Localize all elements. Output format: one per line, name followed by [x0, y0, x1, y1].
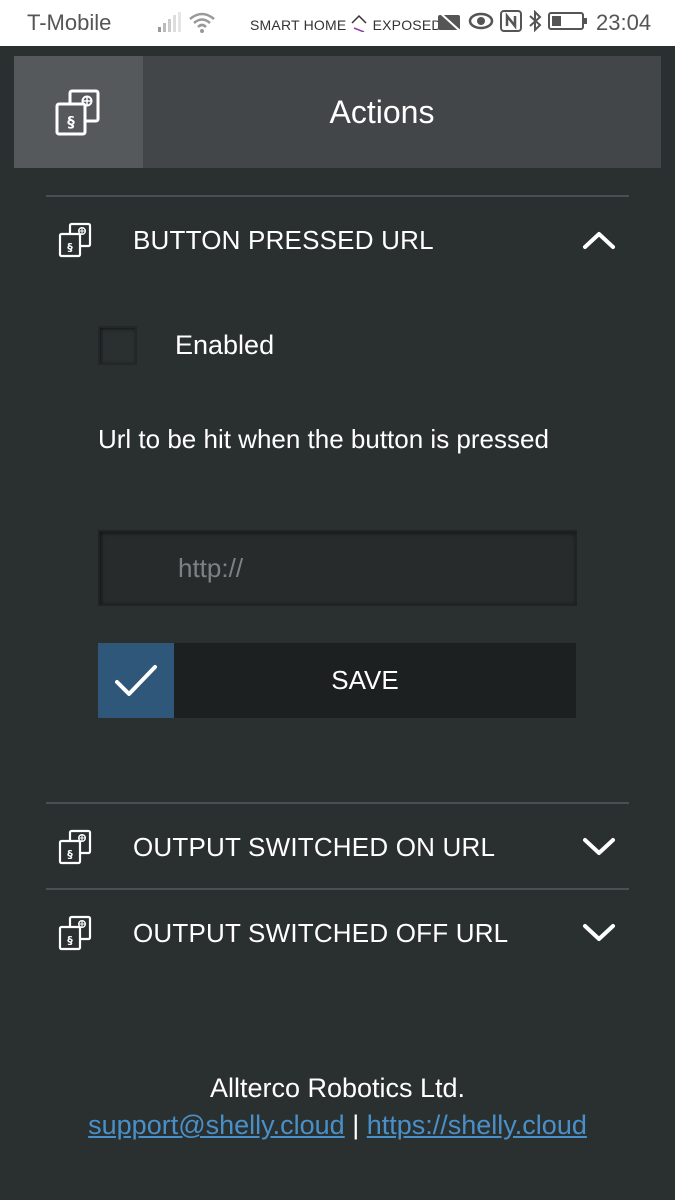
- bluetooth-icon: [529, 10, 542, 32]
- svg-text:§: §: [67, 848, 73, 861]
- eye-icon: [468, 12, 494, 30]
- company-name: Allterco Robotics Ltd.: [209, 1073, 466, 1103]
- chevron-up-icon: [583, 232, 615, 249]
- status-icons: [436, 10, 588, 32]
- page-header: § Actions: [14, 56, 661, 168]
- section-title: OUTPUT SWITCHED OFF URL: [133, 917, 509, 948]
- section-title: OUTPUT SWITCHED ON URL: [133, 831, 496, 862]
- carrier-label: T-Mobile: [27, 10, 112, 35]
- brand-watermark: SMART HOME EXPOSED: [250, 14, 442, 33]
- shelly-device-icon: §: [58, 222, 92, 258]
- camera-off-icon: [437, 10, 461, 32]
- shelly-device-icon: §: [58, 829, 92, 865]
- section-output-switched-on-url[interactable]: § OUTPUT SWITCHED ON URL: [46, 804, 629, 890]
- svg-text:§: §: [67, 241, 73, 254]
- svg-text:§: §: [67, 934, 73, 947]
- svg-text:§: §: [67, 113, 75, 131]
- link-separator: |: [352, 1110, 360, 1140]
- shelly-device-icon: §: [55, 89, 99, 136]
- chevron-down-icon: [583, 924, 615, 941]
- battery-icon: [548, 12, 587, 30]
- website-link[interactable]: https://shelly.cloud: [367, 1110, 587, 1140]
- page-title: Actions: [329, 93, 435, 130]
- header-device-button[interactable]: §: [14, 56, 143, 168]
- support-email-link[interactable]: support@shelly.cloud: [88, 1110, 345, 1140]
- footer: Allterco Robotics Ltd. support@shelly.cl…: [0, 1070, 675, 1144]
- status-bar: T-Mobile SMART HOME EXPOSED 23:04: [0, 0, 675, 46]
- house-icon: [351, 14, 368, 33]
- brand-right-text: EXPOSED: [372, 17, 442, 33]
- url-description: Url to be hit when the button is pressed: [98, 424, 549, 454]
- section-title: BUTTON PRESSED URL: [133, 224, 434, 255]
- wifi-icon: [188, 11, 216, 38]
- save-check-area: [98, 643, 174, 718]
- checkmark-icon: [115, 664, 157, 696]
- clock: 23:04: [596, 10, 652, 35]
- section-button-pressed-url[interactable]: § BUTTON PRESSED URL: [46, 197, 629, 283]
- signal-icon: [158, 12, 182, 37]
- nfc-icon: [500, 10, 522, 32]
- shelly-device-icon: §: [58, 915, 92, 951]
- save-button[interactable]: SAVE: [98, 643, 576, 718]
- enabled-checkbox[interactable]: [98, 326, 137, 365]
- section-output-switched-off-url[interactable]: § OUTPUT SWITCHED OFF URL: [46, 890, 629, 976]
- brand-left-text: SMART HOME: [250, 17, 347, 33]
- url-input[interactable]: [98, 530, 577, 606]
- enabled-row: Enabled: [98, 326, 274, 365]
- save-label: SAVE: [331, 665, 399, 695]
- chevron-down-icon: [583, 838, 615, 855]
- enabled-label: Enabled: [175, 330, 275, 360]
- footer-links: support@shelly.cloud | https://shelly.cl…: [0, 1107, 675, 1144]
